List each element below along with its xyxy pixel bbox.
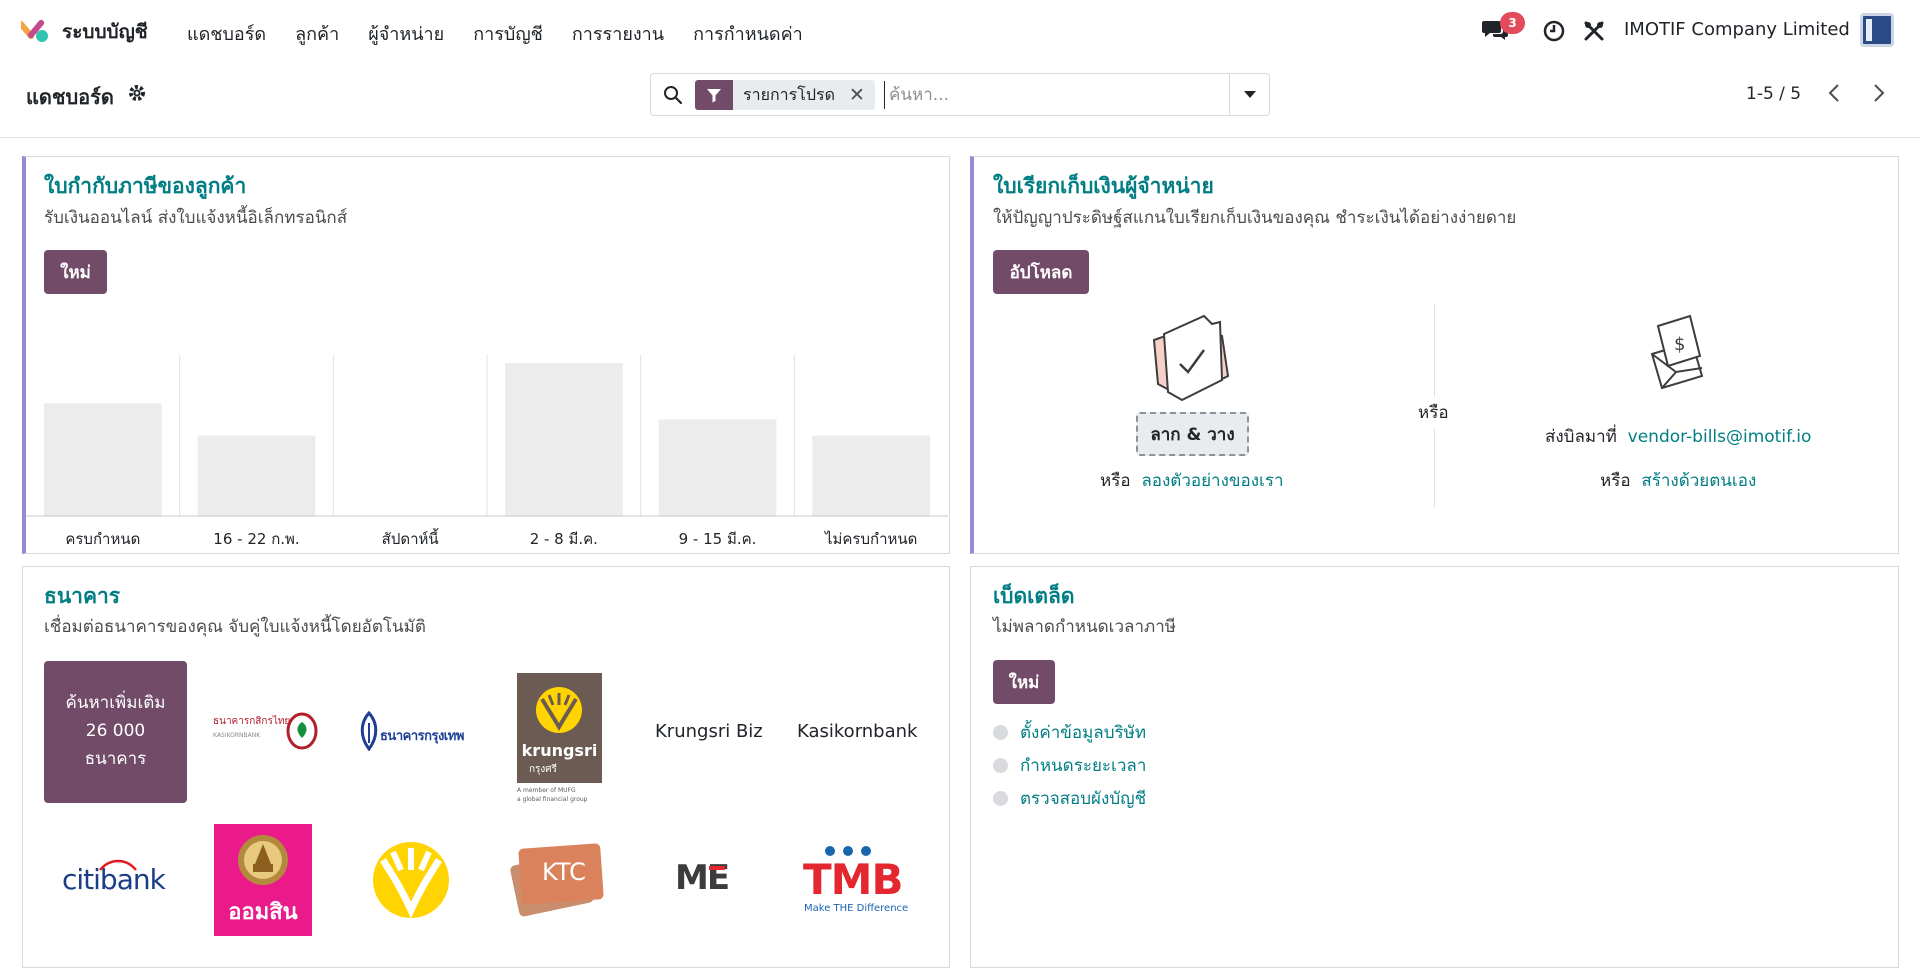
me-accent [709, 866, 725, 870]
bank-krungsri[interactable]: krungsri กรุงศรี A member of MUFG a glob… [517, 673, 602, 805]
todo-company-data[interactable]: ตั้งค่าข้อมูลบริษัท [993, 719, 1146, 746]
svg-text:$: $ [1674, 334, 1685, 355]
me-text: ME [675, 858, 730, 898]
drag-drop-zone[interactable]: ลาก & วาง [1136, 412, 1249, 456]
envelope-dollar-icon: $ [1650, 314, 1704, 390]
bank-krungsri-symbol[interactable] [371, 838, 451, 922]
todo-label[interactable]: ตั้งค่าข้อมูลบริษัท [1020, 719, 1146, 746]
ktc-text: KTC [542, 858, 586, 886]
or-separator: หรือ [1418, 397, 1449, 428]
krungsri-logo-icon [536, 687, 582, 733]
chart-bar[interactable] [812, 435, 930, 517]
or-text: หรือ [1100, 471, 1131, 491]
chart-tick-label: 2 - 8 มี.ค. [530, 530, 598, 548]
folder-check-icon [1152, 314, 1230, 402]
krungsri-text: krungsri [521, 741, 598, 760]
search-more-line2: 26 000 [85, 721, 146, 741]
chart-bar[interactable] [505, 363, 623, 516]
bank-subtitle: เชื่อมต่อธนาคารของคุณ จับคู่ใบแจ้งหนี้โด… [44, 617, 426, 637]
todo-periods[interactable]: กำหนดระยะเวลา [993, 752, 1146, 779]
todo-label[interactable]: กำหนดระยะเวลา [1020, 752, 1146, 779]
chart-bar[interactable] [658, 419, 777, 516]
vendor-bills-title[interactable]: ใบเรียกเก็บเงินผู้จำหน่าย [993, 170, 1214, 203]
gsb-emblem-icon [238, 835, 288, 885]
bank-ktc[interactable]: KTC [508, 840, 608, 920]
chart-tick-label: ไม่ครบกำหนด [824, 530, 917, 548]
vendor-bills-subtitle: ให้ปัญญาประดิษฐ์สแกนใบเรียกเก็บเงินของคุ… [993, 208, 1517, 228]
bank-title[interactable]: ธนาคาร [44, 580, 120, 613]
kbank-en-text: KASIKORNBANK [213, 732, 261, 739]
bank-kasikornbank[interactable]: Kasikornbank [797, 721, 917, 742]
bank-krungsri-biz[interactable]: Krungsri Biz [655, 721, 763, 742]
chart-tick-label: ครบกำหนด [65, 530, 140, 548]
new-tax-button[interactable]: ใหม่ [993, 660, 1055, 704]
create-manually-link[interactable]: สร้างด้วยตนเอง [1641, 471, 1756, 491]
misc-subtitle: ไม่พลาดกำหนดเวลาภาษี [993, 617, 1176, 637]
bank-tmb[interactable]: TMB Make THE Difference [803, 845, 913, 917]
chart-bar[interactable] [44, 403, 162, 516]
todo-status-dot [993, 725, 1008, 740]
krungsri-th-text: กรุงศรี [529, 764, 558, 775]
gsb-text: ออมสิน [228, 900, 298, 925]
or-text-2: หรือ [1600, 471, 1631, 491]
bbl-text: ธนาคารกรุงเทพ [380, 729, 464, 744]
krungsri-tag2: a global financial group [517, 796, 588, 803]
bbl-lotus-icon [360, 711, 378, 751]
chart-bar[interactable] [197, 435, 316, 517]
kbank-leaf-icon [286, 712, 318, 750]
email-line: ส่งบิลมาที่ vendor-bills@imotif.io [1545, 423, 1811, 450]
citibank-arc-icon [99, 859, 137, 871]
tmb-text: TMB [803, 855, 903, 904]
chart-tick-label: สัปดาห์นี้ [382, 528, 439, 548]
send-bill-label: ส่งบิลมาที่ [1545, 427, 1617, 447]
bank-gsb[interactable]: ออมสิน [214, 824, 312, 936]
todo-chart-of-accounts[interactable]: ตรวจสอบผังบัญชี [993, 785, 1146, 812]
misc-title[interactable]: เบ็ดเตล็ด [993, 580, 1074, 613]
krungsri-tag1: A member of MUFG [517, 787, 576, 794]
upload-button[interactable]: อัปโหลด [993, 250, 1089, 294]
try-sample-link[interactable]: ลองตัวอย่างของเรา [1141, 471, 1283, 491]
search-more-banks-button[interactable]: ค้นหาเพิ่มเติม 26 000 ธนาคาร [44, 661, 187, 803]
bank-kbank-thai[interactable]: ธนาคารกสิกรไทย KASIKORNBANK [213, 712, 318, 752]
tmb-tag: Make THE Difference [804, 903, 909, 914]
todo-status-dot [993, 758, 1008, 773]
todo-status-dot [993, 791, 1008, 806]
bank-bangkok-bank[interactable]: ธนาคารกรุงเทพ [358, 711, 464, 755]
search-more-line3: ธนาคาร [84, 749, 147, 769]
manual-line: หรือ สร้างด้วยตนเอง [1600, 467, 1756, 494]
chart-tick-label: 16 - 22 ก.พ. [213, 530, 299, 548]
bank-me[interactable]: ME [675, 858, 735, 902]
vendor-bills-email[interactable]: vendor-bills@imotif.io [1628, 427, 1812, 447]
or-label: หรือ ลองตัวอย่างของเรา [1100, 467, 1284, 494]
todo-label[interactable]: ตรวจสอบผังบัญชี [1020, 785, 1146, 812]
kbank-th-text: ธนาคารกสิกรไทย [213, 716, 291, 727]
chart-tick-label: 9 - 15 มี.ค. [679, 530, 757, 548]
search-more-line1: ค้นหาเพิ่มเติม [65, 693, 166, 713]
